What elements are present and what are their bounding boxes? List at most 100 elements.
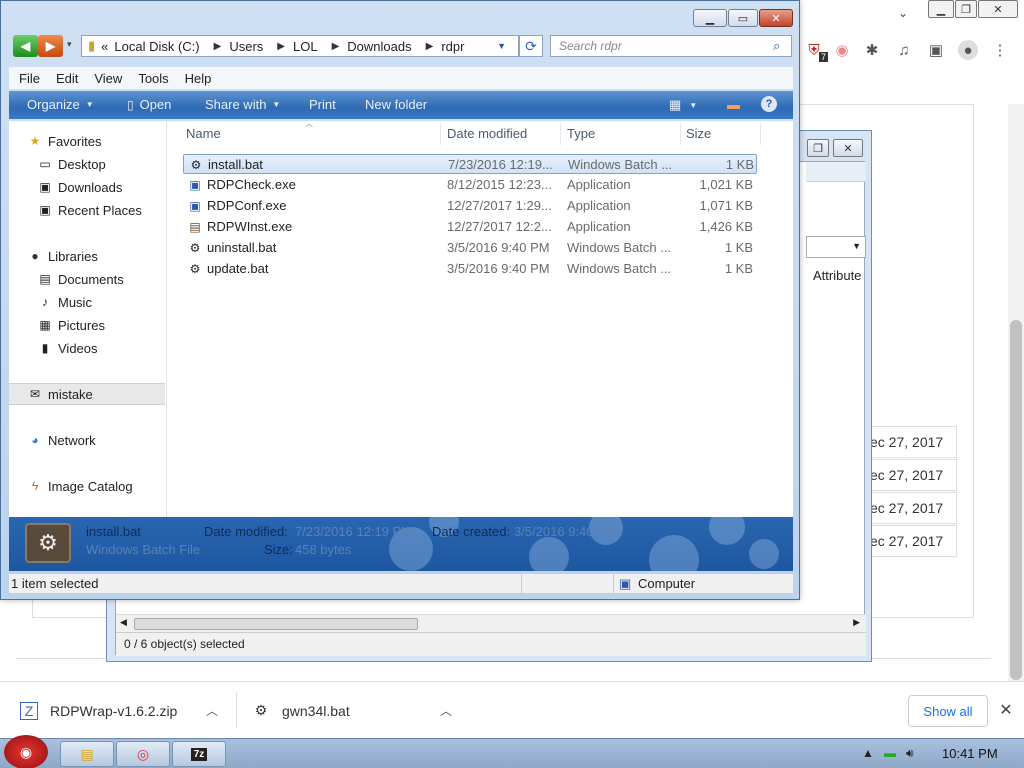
download-filename: gwn34l.bat bbox=[282, 702, 350, 719]
organize-button[interactable]: Organize ▼ bbox=[27, 97, 94, 112]
page-scrollbar-thumb[interactable] bbox=[1010, 320, 1022, 680]
extension-shield-icon[interactable]: ⛨ 7 bbox=[804, 40, 828, 62]
column-header-name[interactable]: Name bbox=[186, 126, 221, 144]
browser-restore-button[interactable]: ❐ bbox=[955, 0, 977, 18]
nav-music[interactable]: ♪ Music bbox=[37, 292, 92, 312]
download-options-chevron-icon[interactable]: ︿ bbox=[440, 702, 452, 719]
file-row[interactable]: ▣ RDPCheck.exe 8/12/2015 12:23... Applic… bbox=[183, 175, 757, 195]
back-column-attributes[interactable]: Attribute bbox=[813, 268, 861, 283]
nav-videos[interactable]: ▮ Videos bbox=[37, 338, 98, 358]
search-input[interactable]: Search rdpr bbox=[550, 35, 792, 57]
nav-mistake[interactable]: ✉ mistake bbox=[27, 384, 93, 404]
extension-flag-icon[interactable]: ◉ bbox=[832, 40, 852, 60]
breadcrumb-downloads[interactable]: Downloads bbox=[347, 39, 411, 54]
breadcrumb-separator-icon[interactable]: ▶ bbox=[332, 41, 340, 52]
recent-places-icon: ▣ bbox=[39, 203, 51, 217]
explorer-minimize-button[interactable]: ▁ bbox=[693, 9, 727, 27]
nav-downloads[interactable]: ▣ Downloads bbox=[37, 177, 122, 197]
column-separator[interactable] bbox=[560, 123, 561, 145]
refresh-icon[interactable]: ⟳ bbox=[519, 35, 543, 57]
search-icon[interactable]: ⌕ bbox=[773, 38, 793, 54]
show-hidden-icons-icon[interactable]: ▲ bbox=[862, 746, 874, 760]
address-bar[interactable]: ▮ « Local Disk (C:) ▶ Users ▶ LOL ▶ Down… bbox=[81, 35, 519, 57]
nav-label: mistake bbox=[48, 386, 93, 402]
breadcrumb-separator-icon[interactable]: ▶ bbox=[426, 41, 434, 52]
profile-avatar-icon[interactable]: ● bbox=[958, 40, 978, 60]
menu-tools[interactable]: Tools bbox=[138, 71, 168, 86]
taskbar-chrome-button[interactable]: ◎ bbox=[116, 741, 170, 767]
scroll-left-icon[interactable]: ◀ bbox=[120, 617, 127, 628]
file-row[interactable]: ⚙ uninstall.bat 3/5/2016 9:40 PM Windows… bbox=[183, 238, 757, 258]
print-button[interactable]: Print bbox=[309, 97, 336, 112]
browser-menu-icon[interactable]: ⋮ bbox=[990, 40, 1010, 60]
nav-recent-places[interactable]: ▣ Recent Places bbox=[37, 200, 142, 220]
back-window-close-button[interactable]: ✕ bbox=[833, 139, 863, 157]
preview-pane-icon[interactable]: ▬ bbox=[727, 97, 740, 112]
column-header-size[interactable]: Size bbox=[686, 126, 711, 144]
help-icon[interactable]: ? bbox=[761, 96, 777, 112]
recent-pages-chevron-icon[interactable]: ▾ bbox=[67, 39, 72, 50]
show-all-downloads-button[interactable]: Show all bbox=[908, 695, 988, 727]
back-arrow-icon[interactable]: ◀ bbox=[13, 35, 38, 57]
nav-pictures[interactable]: ▦ Pictures bbox=[37, 315, 105, 335]
download-options-chevron-icon[interactable]: ︿ bbox=[206, 702, 218, 719]
nav-libraries[interactable]: ● Libraries bbox=[27, 246, 97, 266]
browser-minimize-button[interactable]: ▁ bbox=[928, 0, 954, 18]
taskbar-explorer-button[interactable]: ▤ bbox=[60, 741, 114, 767]
share-with-button[interactable]: Share with ▼ bbox=[205, 97, 280, 112]
menu-help[interactable]: Help bbox=[185, 71, 212, 86]
breadcrumb-separator-icon[interactable]: ▶ bbox=[214, 41, 222, 52]
scroll-right-icon[interactable]: ▶ bbox=[853, 617, 860, 628]
nav-favorites[interactable]: ★ Favorites bbox=[27, 131, 102, 151]
column-separator[interactable] bbox=[440, 123, 441, 145]
download-item[interactable]: ⚙ gwn34l.bat ︿ bbox=[252, 682, 462, 739]
taskbar-7z-button[interactable]: 7z bbox=[172, 741, 226, 767]
extensions-puzzle-icon[interactable]: ✱ bbox=[862, 40, 882, 60]
browser-close-button[interactable]: ✕ bbox=[978, 0, 1018, 18]
download-item[interactable]: Z RDPWrap-v1.6.2.zip ︿ bbox=[20, 682, 240, 739]
file-row[interactable]: ⚙ update.bat 3/5/2016 9:40 PM Windows Ba… bbox=[183, 259, 757, 279]
column-header-date[interactable]: Date modified bbox=[447, 126, 527, 144]
nav-network[interactable]: ◕ Network bbox=[27, 430, 95, 450]
open-button[interactable]: ▯ Open bbox=[127, 97, 171, 112]
address-dropdown-icon[interactable]: ▼ bbox=[497, 41, 506, 51]
explorer-window[interactable]: ▁ ▭ ✕ ◀ ▶ ▾ ▮ « Local Disk (C:) ▶ Users … bbox=[0, 0, 800, 600]
column-separator[interactable] bbox=[680, 123, 681, 145]
file-row[interactable]: ▣ RDPConf.exe 12/27/2017 1:29... Applica… bbox=[183, 196, 757, 216]
file-row[interactable]: ⚙ install.bat 7/23/2016 12:19... Windows… bbox=[183, 154, 757, 174]
back-horizontal-scrollbar[interactable]: ◀ ▶ bbox=[116, 614, 866, 632]
image-catalog-icon: ϟ bbox=[31, 479, 39, 493]
column-header-type[interactable]: Type bbox=[567, 126, 595, 144]
address-overflow[interactable]: « bbox=[101, 39, 108, 54]
breadcrumb-rdpr[interactable]: rdpr bbox=[441, 39, 464, 54]
explorer-close-button[interactable]: ✕ bbox=[759, 9, 793, 27]
forward-arrow-icon[interactable]: ▶ bbox=[38, 35, 63, 57]
nav-documents[interactable]: ▤ Documents bbox=[37, 269, 123, 289]
breadcrumb-separator-icon[interactable]: ▶ bbox=[277, 41, 285, 52]
nav-image-catalog[interactable]: ϟ Image Catalog bbox=[27, 476, 133, 496]
view-options-icon[interactable]: ▦ ▼ bbox=[669, 97, 697, 113]
back-window-restore-button[interactable]: ❐ bbox=[807, 139, 829, 157]
column-separator[interactable] bbox=[760, 123, 761, 145]
explorer-maximize-button[interactable]: ▭ bbox=[728, 9, 758, 27]
file-row[interactable]: ▤ RDPWInst.exe 12/27/2017 12:2... Applic… bbox=[183, 217, 757, 237]
new-folder-button[interactable]: New folder bbox=[365, 97, 427, 112]
media-queue-icon[interactable]: ♫ bbox=[894, 40, 914, 60]
back-path-dropdown[interactable]: ▼ bbox=[806, 236, 866, 258]
menu-edit[interactable]: Edit bbox=[56, 71, 78, 86]
side-panel-icon[interactable]: ▣ bbox=[926, 40, 946, 60]
breadcrumb-drive[interactable]: Local Disk (C:) bbox=[114, 39, 199, 54]
breadcrumb-users[interactable]: Users bbox=[229, 39, 263, 54]
nav-desktop[interactable]: ▭ Desktop bbox=[37, 154, 105, 174]
tab-search-chevron-icon[interactable]: ⌄ bbox=[898, 6, 908, 20]
breadcrumb-lol[interactable]: LOL bbox=[293, 39, 318, 54]
menu-file[interactable]: File bbox=[19, 71, 40, 86]
start-button-icon[interactable]: ◉ bbox=[4, 735, 48, 768]
battery-icon[interactable]: ▬ bbox=[884, 746, 896, 760]
menu-view[interactable]: View bbox=[94, 71, 122, 86]
close-downloads-bar-icon[interactable]: ✕ bbox=[996, 700, 1016, 720]
volume-icon[interactable]: 🔊︎ bbox=[906, 746, 914, 761]
taskbar-clock[interactable]: 10:41 PM bbox=[942, 746, 998, 761]
explorer-main-pane: ★ Favorites ▭ Desktop ▣ Downloads ▣ Recent P… bbox=[9, 119, 793, 517]
back-hscroll-thumb[interactable] bbox=[134, 618, 418, 630]
